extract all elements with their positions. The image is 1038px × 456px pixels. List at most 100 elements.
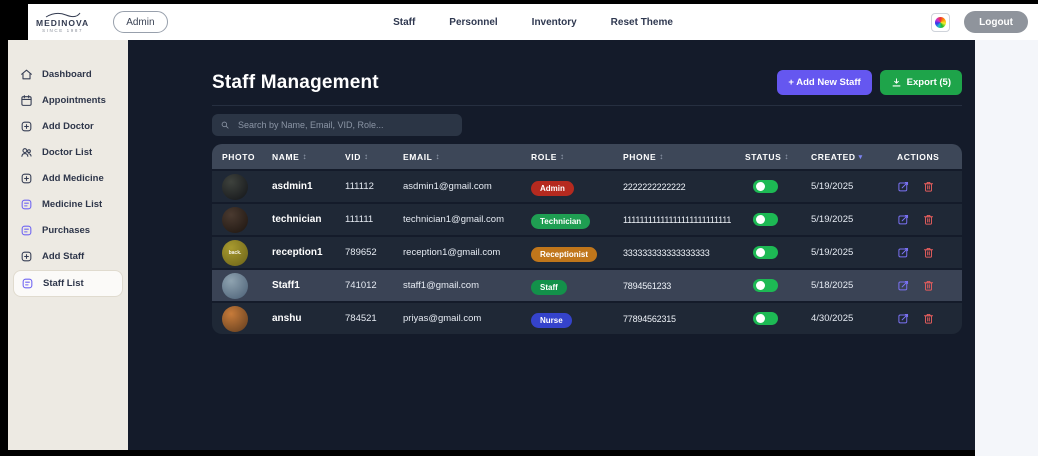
column-header-label: ACTIONS xyxy=(897,151,940,162)
edit-icon[interactable] xyxy=(897,180,910,193)
staff-email: technician1@gmail.com xyxy=(403,214,504,225)
avatar-text: back. xyxy=(228,249,242,256)
column-header-created[interactable]: CREATED ▾ xyxy=(811,152,897,162)
staff-created-date: 5/19/2025 xyxy=(811,247,854,258)
list-square-icon xyxy=(21,277,34,290)
staff-created-date: 5/18/2025 xyxy=(811,280,854,291)
theme-color-picker-icon[interactable] xyxy=(931,12,951,32)
logo-title: MEDINOVA xyxy=(36,18,90,28)
nav-link-personnel[interactable]: Personnel xyxy=(449,17,497,28)
delete-icon[interactable] xyxy=(922,312,935,325)
admin-role-badge[interactable]: Admin xyxy=(113,11,168,33)
sidebar-item-purchases[interactable]: Purchases xyxy=(13,218,123,243)
staff-avatar xyxy=(222,206,248,233)
role-badge: Admin xyxy=(531,180,574,196)
edit-icon[interactable] xyxy=(897,312,910,325)
staff-email: priyas@gmail.com xyxy=(403,313,482,324)
add-new-staff-label: + Add New Staff xyxy=(788,77,861,88)
sort-icon: ↕ xyxy=(435,152,441,161)
sidebar-item-add-medicine[interactable]: Add Medicine xyxy=(13,166,123,191)
sort-icon: ↕ xyxy=(560,152,565,161)
sidebar-item-doctor-list[interactable]: Doctor List xyxy=(13,140,123,165)
main-content: Staff Management + Add New Staff Export … xyxy=(212,40,962,334)
page-background-strip xyxy=(975,40,1038,456)
staff-phone: 11111111111111111111111111 xyxy=(623,214,732,225)
header-buttons: + Add New Staff Export (5) xyxy=(777,70,962,95)
staff-avatar xyxy=(222,173,248,200)
add-new-staff-button[interactable]: + Add New Staff xyxy=(777,70,872,95)
delete-icon[interactable] xyxy=(922,246,935,259)
delete-icon[interactable] xyxy=(922,213,935,226)
staff-created-date: 4/30/2025 xyxy=(811,313,854,324)
sidebar-item-label: Medicine List xyxy=(42,199,103,210)
sidebar-item-label: Doctor List xyxy=(42,147,93,158)
admin-role-label: Admin xyxy=(126,16,155,28)
column-header-status[interactable]: STATUS ↕ xyxy=(745,152,811,162)
sidebar-item-appointments[interactable]: Appointments xyxy=(13,88,123,113)
staff-email: reception1@gmail.com xyxy=(403,247,501,258)
column-header-phone[interactable]: PHONE ↕ xyxy=(623,152,745,162)
staff-phone: 333333333333333333 xyxy=(623,247,710,258)
column-header-label: EMAIL xyxy=(403,151,433,162)
sidebar-item-staff-list[interactable]: Staff List xyxy=(13,270,123,297)
plus-square-icon xyxy=(20,172,33,185)
table-row: asdmin1 111112 asdmin1@gmail.com Admin 2… xyxy=(212,169,962,202)
column-header-vid[interactable]: VID ↕ xyxy=(345,152,403,162)
export-label: Export (5) xyxy=(906,77,951,88)
sidebar-item-add-doctor[interactable]: Add Doctor xyxy=(13,114,123,139)
logout-button[interactable]: Logout xyxy=(964,11,1028,33)
staff-vid: 111112 xyxy=(345,181,374,192)
delete-icon[interactable] xyxy=(922,180,935,193)
nav-link-inventory[interactable]: Inventory xyxy=(532,17,577,28)
column-header-name[interactable]: NAME ↕ xyxy=(272,152,345,162)
staff-created-date: 5/19/2025 xyxy=(811,181,854,192)
staff-name: reception1 xyxy=(272,247,323,258)
staff-avatar xyxy=(222,305,248,332)
sort-icon: ↕ xyxy=(659,152,664,161)
edit-icon[interactable] xyxy=(897,213,910,226)
table-row: back. reception1 789652 reception1@gmail… xyxy=(212,235,962,268)
navbar-links: Staff Personnel Inventory Reset Theme xyxy=(393,17,673,28)
staff-vid: 784521 xyxy=(345,313,377,324)
sidebar-item-label: Purchases xyxy=(42,225,91,236)
role-badge: Nurse xyxy=(531,312,572,328)
plus-square-icon xyxy=(20,120,33,133)
sidebar-item-label: Dashboard xyxy=(42,69,92,80)
logo-swoosh-icon xyxy=(45,12,81,18)
top-navbar: MEDINOVA SINCE 1987 Admin Staff Personnel… xyxy=(28,4,1038,40)
users-icon xyxy=(20,146,33,159)
page-header: Staff Management + Add New Staff Export … xyxy=(212,70,962,95)
nav-link-reset-theme[interactable]: Reset Theme xyxy=(611,17,673,28)
status-toggle[interactable] xyxy=(753,312,778,325)
edit-icon[interactable] xyxy=(897,279,910,292)
row-actions xyxy=(897,279,962,292)
plus-square-icon xyxy=(20,250,33,263)
sort-icon: ↕ xyxy=(784,152,789,161)
staff-phone: 77894562315 xyxy=(623,313,676,324)
table-row: technician 111111 technician1@gmail.com … xyxy=(212,202,962,235)
search-input[interactable] xyxy=(236,119,454,131)
color-wheel-icon xyxy=(935,16,947,28)
nav-link-staff[interactable]: Staff xyxy=(393,17,415,28)
sidebar-item-add-staff[interactable]: Add Staff xyxy=(13,244,123,269)
staff-name: technician xyxy=(272,214,322,225)
column-header-role[interactable]: ROLE ↕ xyxy=(531,152,623,162)
sort-icon: ↕ xyxy=(363,152,369,161)
sidebar-item-medicine-list[interactable]: Medicine List xyxy=(13,192,123,217)
status-toggle[interactable] xyxy=(753,279,778,292)
list-square-icon xyxy=(20,198,33,211)
staff-name: Staff1 xyxy=(272,280,300,291)
status-toggle[interactable] xyxy=(753,246,778,259)
logo-tagline: SINCE 1987 xyxy=(42,27,84,33)
staff-name: anshu xyxy=(272,313,302,324)
delete-icon[interactable] xyxy=(922,279,935,292)
edit-icon[interactable] xyxy=(897,246,910,259)
home-icon xyxy=(20,68,33,81)
column-header-email[interactable]: EMAIL ↕ xyxy=(403,152,531,162)
status-toggle[interactable] xyxy=(753,213,778,226)
status-toggle[interactable] xyxy=(753,180,778,193)
sidebar-item-label: Add Medicine xyxy=(42,173,104,184)
sidebar-item-dashboard[interactable]: Dashboard xyxy=(13,62,123,87)
row-actions xyxy=(897,246,962,259)
export-button[interactable]: Export (5) xyxy=(879,70,962,95)
